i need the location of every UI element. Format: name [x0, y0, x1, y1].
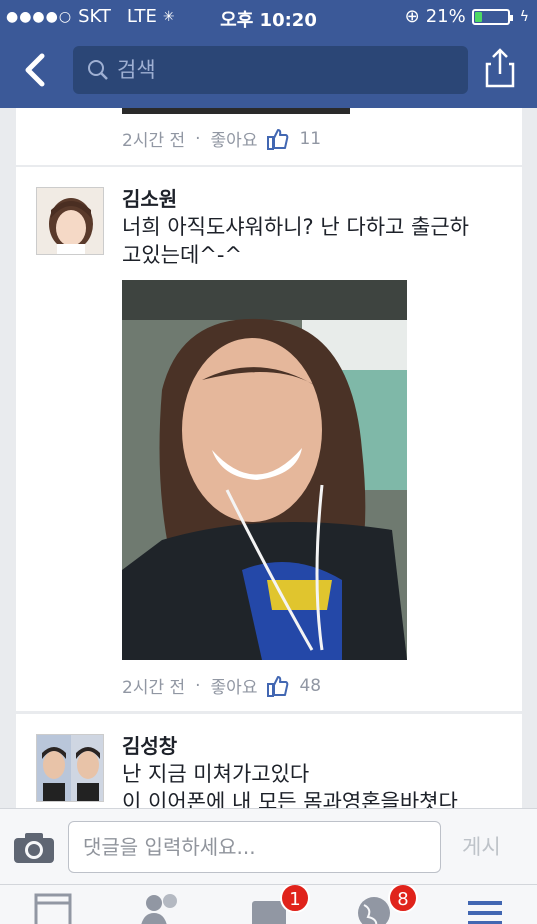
- charging-icon: ϟ: [519, 8, 529, 25]
- separator: ·: [195, 675, 201, 696]
- rotation-lock-icon: ⊕: [404, 6, 420, 27]
- post-photo[interactable]: [122, 108, 350, 114]
- thumbs-up-icon: [267, 128, 289, 150]
- back-icon: [25, 53, 45, 87]
- post-card: 2시간 전 · 좋아요 11: [16, 108, 522, 165]
- like-count[interactable]: 48: [299, 676, 321, 696]
- battery-percent: 21%: [425, 6, 466, 27]
- post-text-line: 난 지금 미쳐가고있다: [122, 762, 310, 786]
- search-box[interactable]: [73, 46, 468, 94]
- profile-photo: [37, 735, 103, 801]
- search-icon: [88, 60, 108, 80]
- back-button[interactable]: [18, 50, 54, 90]
- thumbs-up-icon: [267, 675, 289, 697]
- selfie-image: [122, 280, 407, 660]
- friends-icon: [141, 894, 177, 924]
- menu-icon: [468, 901, 502, 924]
- notifications-badge: 8: [388, 885, 418, 913]
- search-input[interactable]: [117, 58, 447, 82]
- comment-input[interactable]: [68, 821, 441, 873]
- post-text: 너희 아직도샤워하니? 난 다하고 출근하 고있는데^-^: [122, 213, 502, 269]
- share-button[interactable]: [483, 46, 517, 90]
- comment-composer: 게시: [0, 808, 537, 884]
- tab-notifications[interactable]: 8: [356, 885, 418, 924]
- avatar[interactable]: [36, 187, 104, 255]
- tab-more[interactable]: [466, 891, 504, 924]
- battery-fill: [474, 11, 482, 22]
- tab-friend-requests[interactable]: [138, 891, 184, 924]
- news-feed-icon: [34, 893, 72, 924]
- post-meta: 2시간 전 · 좋아요 48: [122, 673, 321, 698]
- post-text-line: 이 이어폰에 내 모든 몸과영혼을바쳣다: [122, 790, 458, 808]
- like-link[interactable]: 좋아요: [211, 126, 258, 151]
- author-name[interactable]: 김소원: [122, 183, 177, 212]
- post-comment-button[interactable]: 게시: [462, 831, 501, 861]
- post-text: 난 지금 미쳐가고있다 이 이어폰에 내 모든 몸과영혼을바쳣다: [122, 760, 502, 808]
- messages-badge: 1: [280, 885, 310, 913]
- tab-messages[interactable]: 1: [250, 885, 310, 924]
- status-bar: ●●●●○ SKT LTE ✳ 오후 10:20 ⊕ 21% ϟ: [0, 0, 537, 34]
- post-time[interactable]: 2시간 전: [122, 673, 185, 698]
- tab-news-feed[interactable]: [34, 891, 72, 924]
- nav-bar: [0, 34, 537, 108]
- profile-photo: [37, 188, 103, 254]
- like-link[interactable]: 좋아요: [211, 673, 258, 698]
- camera-icon: [14, 833, 54, 863]
- share-icon: [485, 48, 515, 88]
- post-meta: 2시간 전 · 좋아요 11: [122, 126, 321, 151]
- like-count[interactable]: 11: [299, 129, 321, 149]
- separator: ·: [195, 128, 201, 149]
- news-feed[interactable]: 2시간 전 · 좋아요 11 김소원 너희 아직도샤워하니? 난 다하고 출근하…: [0, 108, 537, 808]
- app-header: ●●●●○ SKT LTE ✳ 오후 10:20 ⊕ 21% ϟ: [0, 0, 537, 108]
- post-text-line: 고있는데^-^: [122, 243, 243, 267]
- post-photo[interactable]: [122, 280, 407, 660]
- post-time[interactable]: 2시간 전: [122, 126, 185, 151]
- author-name[interactable]: 김성창: [122, 730, 177, 759]
- avatar[interactable]: [36, 734, 104, 802]
- tab-bar: 1 8: [0, 884, 537, 924]
- post-card: 김성창 난 지금 미쳐가고있다 이 이어폰에 내 모든 몸과영혼을바쳣다: [16, 714, 522, 808]
- post-card: 김소원 너희 아직도샤워하니? 난 다하고 출근하 고있는데^-^ 2시간 전 …: [16, 167, 522, 711]
- post-text-line: 너희 아직도샤워하니? 난 다하고 출근하: [122, 215, 469, 239]
- camera-button[interactable]: [12, 831, 56, 865]
- battery-icon: [471, 8, 513, 25]
